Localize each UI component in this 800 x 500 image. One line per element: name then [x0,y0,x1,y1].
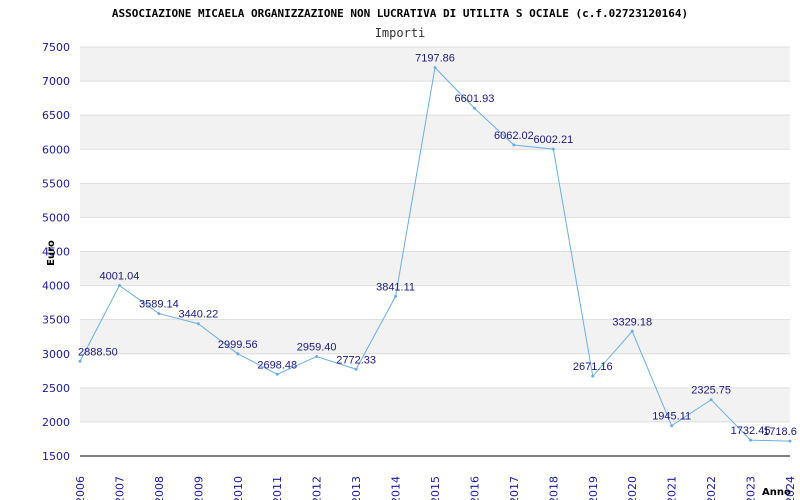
data-point [433,66,437,70]
data-point [354,367,358,371]
y-tick-label: 4000 [42,280,70,293]
y-tick-label: 2500 [42,382,70,395]
y-tick-label: 5500 [42,177,70,190]
x-tick-label: 2021 [666,476,679,500]
data-point [236,352,240,356]
x-tick-label: 2011 [271,476,284,500]
x-tick-label: 2019 [587,476,600,500]
data-label: 2671.16 [573,361,613,373]
data-point [709,398,713,402]
data-label: 3329.18 [612,316,652,328]
y-tick-label: 6500 [42,109,70,122]
y-axis-label: Euro [46,240,57,266]
data-label: 6601.93 [455,93,495,105]
data-label: 2999.56 [218,339,258,351]
chart-subtitle: Importi [375,26,426,40]
data-label: 2772.33 [336,354,376,366]
y-tick-label: 1500 [42,450,70,463]
data-point [512,143,516,147]
y-tick-label: 3500 [42,314,70,327]
data-label: 4001.04 [100,271,140,283]
x-tick-label: 2017 [508,476,521,500]
y-tick-label: 7500 [42,41,70,54]
line-chart: ASSOCIAZIONE MICAELA ORGANIZZAZIONE NON … [42,7,797,500]
x-tick-label: 2007 [113,476,126,500]
y-tick-label: 6000 [42,143,70,156]
x-tick-label: 2013 [350,476,363,500]
data-point [670,424,674,428]
y-tick-label: 2000 [42,416,70,429]
x-tick-label: 2022 [705,476,718,500]
data-point [630,329,634,333]
x-tick-label: 2016 [468,476,481,500]
x-tick-labels: 2006 2007 2008 2009 2010 2011 2012 2013 2014 2015… [74,476,797,500]
data-point [315,355,319,359]
data-point [472,106,476,110]
data-label: 3841.11 [376,281,415,293]
data-label: 2959.40 [297,342,337,354]
data-labels: 2888.50 4001.04 3589.143440.22 2999.56 2698.… [78,53,797,443]
data-point [749,438,753,442]
data-label: 2325.75 [691,385,731,397]
y-tick-label: 5000 [42,211,70,224]
y-tick-label: 7000 [42,75,70,88]
data-label: 6062.02 [494,130,534,142]
data-point [551,147,555,151]
data-label: 3589.14 [139,299,179,311]
x-tick-label: 2014 [390,476,403,500]
chart-title: ASSOCIAZIONE MICAELA ORGANIZZAZIONE NON … [112,7,688,20]
x-tick-label: 2018 [547,476,560,500]
x-tick-label: 2006 [74,476,87,500]
data-point [275,372,279,376]
x-tick-label: 2015 [429,476,442,500]
grid-band [80,319,790,354]
grid-bands [80,47,790,422]
x-tick-label: 2023 [745,476,758,500]
data-label: 7197.86 [415,53,455,65]
x-tick-label: 2008 [153,476,166,500]
grid-band [80,183,790,218]
data-label: 6002.21 [533,134,573,146]
data-label: 2698.48 [257,359,297,371]
data-label: 1945.11 [652,411,691,423]
grid-band [80,251,790,286]
data-point [788,439,792,443]
data-point [117,284,121,288]
y-tick-label: 3000 [42,348,70,361]
x-tick-label: 2010 [232,476,245,500]
x-tick-label: 2020 [626,476,639,500]
data-point [591,374,595,378]
data-label: 1718.6 [763,426,797,438]
data-label: 2888.50 [78,346,118,358]
x-axis-label: Anno [762,487,791,498]
data-point [157,312,161,316]
data-point [394,294,398,298]
grid-band [80,115,790,150]
x-tick-label: 2009 [192,476,205,500]
x-tick-label: 2012 [311,476,324,500]
data-label: 3440.22 [178,309,218,321]
data-point [196,322,200,326]
data-point [78,359,82,363]
